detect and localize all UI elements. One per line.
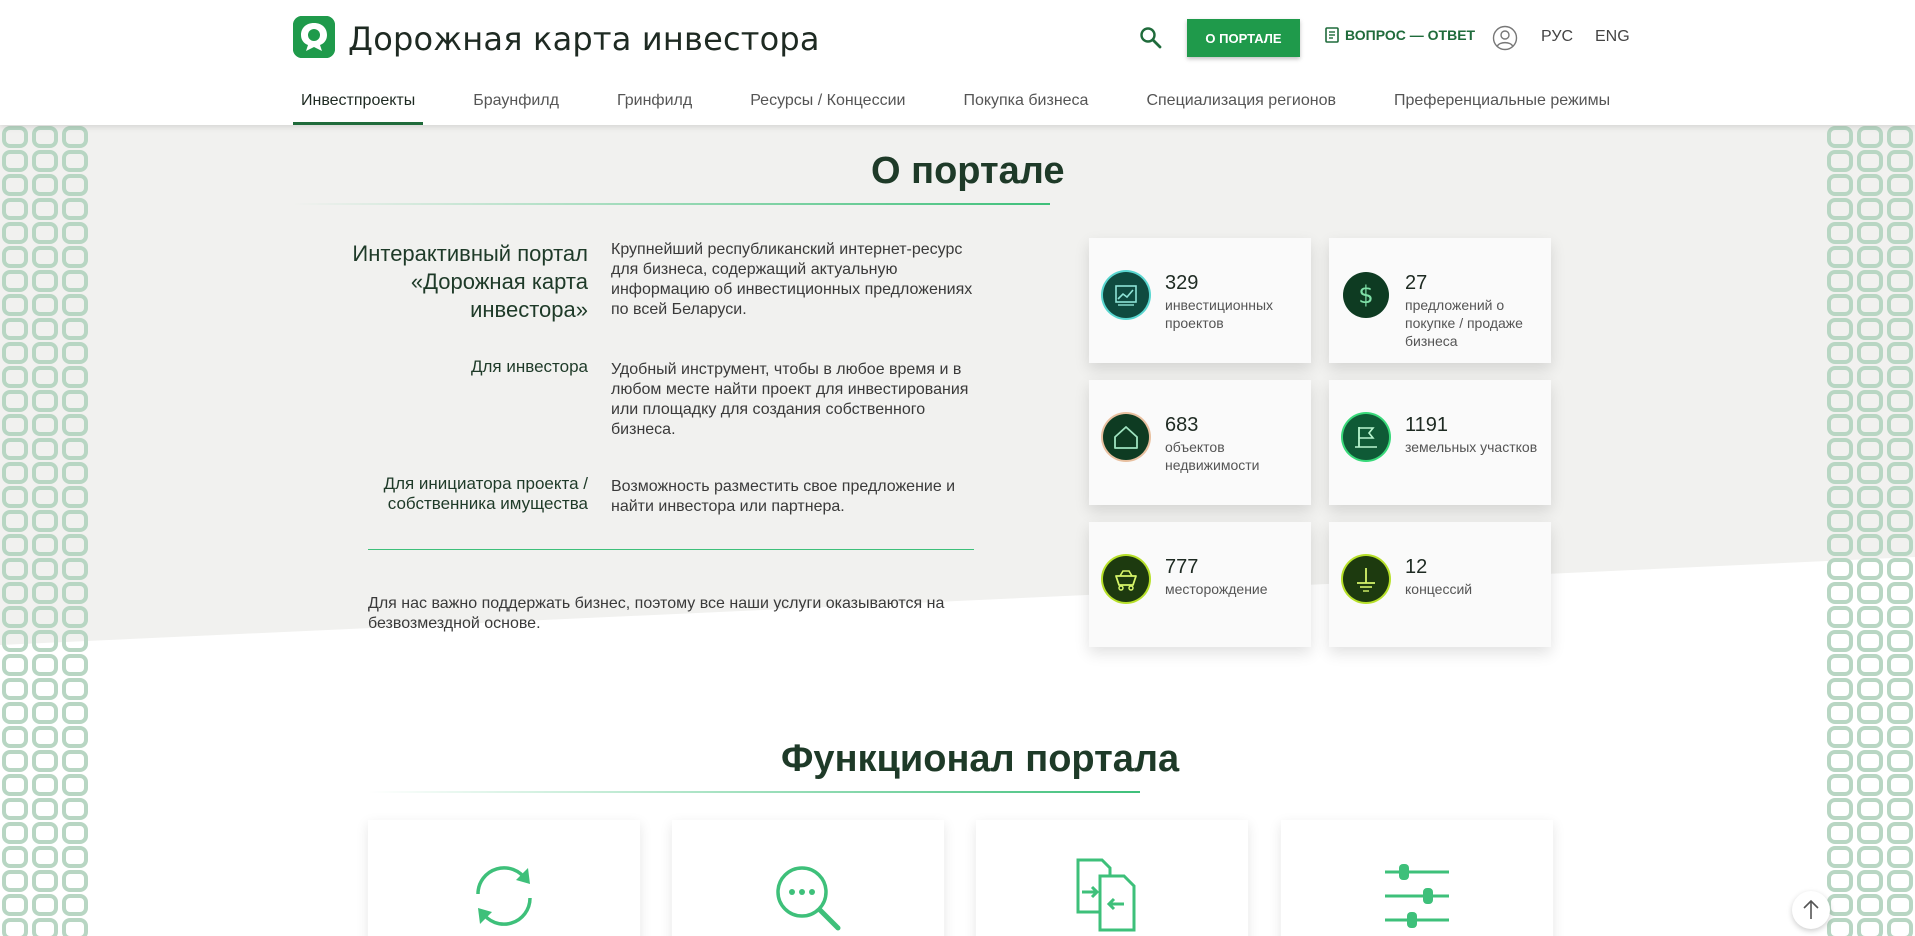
sliders-icon xyxy=(1385,864,1449,928)
nav-item-preferential-regimes[interactable]: Преференциальные режимы xyxy=(1386,82,1618,125)
faq-document-icon xyxy=(1325,27,1339,43)
nav-item-resources[interactable]: Ресурсы / Концессии xyxy=(742,82,913,125)
mine-cart-icon xyxy=(1103,556,1149,602)
site-title[interactable]: Дорожная карта инвестора xyxy=(348,20,820,58)
logo-icon[interactable] xyxy=(293,16,335,58)
lang-ru-link[interactable]: РУС xyxy=(1541,28,1573,46)
stat-value: 1191 xyxy=(1405,414,1449,436)
functional-title-underline xyxy=(368,791,1140,793)
about-row-text-portal: Крупнейший республиканский интернет-ресу… xyxy=(611,241,973,318)
stat-value: 329 xyxy=(1165,272,1199,294)
stat-label: объектов недвижимости xyxy=(1165,439,1260,473)
stat-label: инвестиционных проектов xyxy=(1165,297,1274,331)
site-header: Дорожная карта инвестора О ПОРТАЛЕ ВОПРО… xyxy=(0,0,1915,125)
search-chat-icon xyxy=(776,866,841,931)
document-exchange-icon xyxy=(1076,858,1136,932)
left-decorative-pattern xyxy=(0,125,90,936)
nav-item-greenfield[interactable]: Гринфилд xyxy=(609,82,700,125)
qa-link-label: ВОПРОС — ОТВЕТ xyxy=(1345,27,1476,43)
about-divider xyxy=(368,549,974,550)
stat-value: 777 xyxy=(1165,556,1199,578)
stat-value: 12 xyxy=(1405,556,1428,578)
chart-icon xyxy=(1103,272,1149,318)
dollar-icon: $ xyxy=(1343,272,1389,318)
svg-text:$: $ xyxy=(1358,281,1373,309)
stat-value: 27 xyxy=(1405,272,1428,294)
function-card-refresh[interactable] xyxy=(368,820,640,936)
stat-label: месторождение xyxy=(1165,581,1268,597)
ground-icon xyxy=(1343,556,1389,602)
stat-label: концессий xyxy=(1405,581,1473,597)
house-icon xyxy=(1103,414,1149,460)
search-icon[interactable] xyxy=(1138,25,1164,51)
scroll-to-top-button[interactable] xyxy=(1792,891,1830,929)
stat-value: 683 xyxy=(1165,414,1199,436)
main-nav: Инвестпроекты Браунфилд Гринфилд Ресурсы… xyxy=(293,82,1660,125)
nav-item-business-purchase[interactable]: Покупка бизнеса xyxy=(955,82,1096,125)
stat-card-real-estate[interactable]: 683 объектов недвижимости xyxy=(1089,380,1311,505)
arrow-up-icon xyxy=(1803,899,1819,919)
nav-item-investprojects[interactable]: Инвестпроекты xyxy=(293,82,424,125)
stat-card-investment-projects[interactable]: 329 инвестиционных проектов xyxy=(1089,238,1311,363)
about-note: Для нас важно поддержать бизнес, поэтому… xyxy=(368,595,945,632)
qa-link[interactable]: ВОПРОС — ОТВЕТ xyxy=(1325,27,1475,43)
function-card-documents[interactable] xyxy=(976,820,1248,936)
function-card-filters[interactable] xyxy=(1281,820,1553,936)
right-decorative-pattern xyxy=(1825,125,1915,936)
about-portal-button[interactable]: О ПОРТАЛЕ xyxy=(1187,19,1300,57)
function-card-search[interactable] xyxy=(672,820,944,936)
about-row-label-initiator: Для инициатора проекта / собственника им… xyxy=(383,474,588,513)
lang-en-link[interactable]: ENG xyxy=(1595,28,1630,46)
about-section-title: О портале xyxy=(871,150,1065,192)
stat-card-deposits[interactable]: 777 месторождение xyxy=(1089,522,1311,647)
stat-label: предложений о покупке / продаже бизнеса xyxy=(1405,297,1523,349)
about-row-label-investor: Для инвестора xyxy=(471,357,588,376)
about-row-text-investor: Удобный инструмент, чтобы в любое время … xyxy=(611,361,969,438)
functional-section-title: Функционал портала xyxy=(781,738,1180,780)
about-title-underline xyxy=(293,203,1050,205)
refresh-icon xyxy=(476,866,532,926)
user-account-icon[interactable] xyxy=(1492,25,1518,51)
flag-icon xyxy=(1343,414,1389,460)
nav-item-region-specialization[interactable]: Специализация регионов xyxy=(1138,82,1344,125)
stat-card-concessions[interactable]: 12 концессий xyxy=(1329,522,1551,647)
stat-label: земельных участков xyxy=(1405,439,1538,455)
stat-card-business-offers[interactable]: $ 27 предложений о покупке / продаже биз… xyxy=(1329,238,1551,363)
about-row-label-portal: Интерактивный портал «Дорожная карта инв… xyxy=(352,241,588,322)
nav-item-brownfield[interactable]: Браунфилд xyxy=(465,82,567,125)
about-row-text-initiator: Возможность разместить свое предложение … xyxy=(611,478,956,515)
stat-card-land-plots[interactable]: 1191 земельных участков xyxy=(1329,380,1551,505)
